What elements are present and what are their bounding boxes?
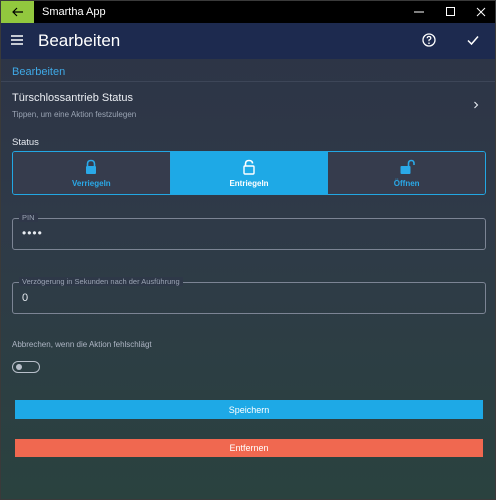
abort-on-failure-label: Abbrechen, wenn die Aktion fehlschlägt (12, 340, 152, 349)
pin-field[interactable]: PIN •••• (12, 213, 486, 250)
remove-button[interactable]: Entfernen (15, 439, 483, 457)
device-action-row[interactable]: Türschlossantrieb Status Tippen, um eine… (1, 83, 495, 129)
status-option-unlock[interactable]: Entriegeln (169, 152, 328, 194)
device-subtitle: Tippen, um eine Aktion festzulegen (12, 110, 137, 119)
delay-field-value: 0 (22, 292, 29, 304)
window-title: Smartha App (42, 6, 106, 18)
status-option-label: Verriegeln (71, 179, 111, 188)
status-option-label: Entriegeln (229, 179, 269, 188)
hamburger-icon (11, 35, 23, 45)
check-icon (467, 36, 479, 46)
status-option-lock[interactable]: Verriegeln (13, 152, 170, 194)
title-bar: Smartha App (1, 1, 495, 23)
lock-open-icon (243, 159, 255, 175)
save-button[interactable]: Speichern (15, 400, 483, 419)
chevron-right-icon (474, 101, 479, 109)
minimize-icon (414, 11, 424, 13)
maximize-icon (446, 7, 455, 16)
page-title: Bearbeiten (38, 31, 121, 50)
pin-field-value: •••• (22, 226, 43, 240)
pin-field-label: PIN (19, 213, 38, 222)
delay-field[interactable]: Verzögerung in Sekunden nach der Ausführ… (12, 277, 486, 314)
lock-closed-icon (86, 159, 97, 174)
maximize-button[interactable] (436, 1, 466, 23)
close-icon (476, 7, 486, 17)
status-label: Status (12, 137, 39, 148)
help-icon (422, 33, 436, 47)
status-segmented-control: Verriegeln Entriegeln Öffnen (12, 151, 486, 195)
menu-button[interactable] (9, 32, 25, 48)
abort-on-failure-toggle[interactable] (12, 361, 40, 373)
arrow-left-icon (11, 7, 23, 17)
toggle-knob (16, 364, 22, 370)
section-title: Bearbeiten (12, 66, 66, 78)
help-button[interactable] (420, 31, 438, 49)
close-button[interactable] (466, 1, 495, 23)
status-option-open[interactable]: Öffnen (327, 152, 485, 194)
confirm-button[interactable] (464, 31, 482, 49)
app-bar: Bearbeiten (1, 23, 495, 59)
section-header: Bearbeiten (1, 61, 495, 82)
app-window: Smartha App Bearbeiten Bearbeiten Türsch… (0, 0, 496, 500)
lock-unlatched-icon (400, 159, 415, 174)
status-option-label: Öffnen (393, 179, 420, 188)
minimize-button[interactable] (404, 1, 434, 23)
back-button[interactable] (1, 1, 34, 23)
delay-field-label: Verzögerung in Sekunden nach der Ausführ… (19, 277, 183, 286)
device-title: Türschlossantrieb Status (12, 92, 134, 104)
